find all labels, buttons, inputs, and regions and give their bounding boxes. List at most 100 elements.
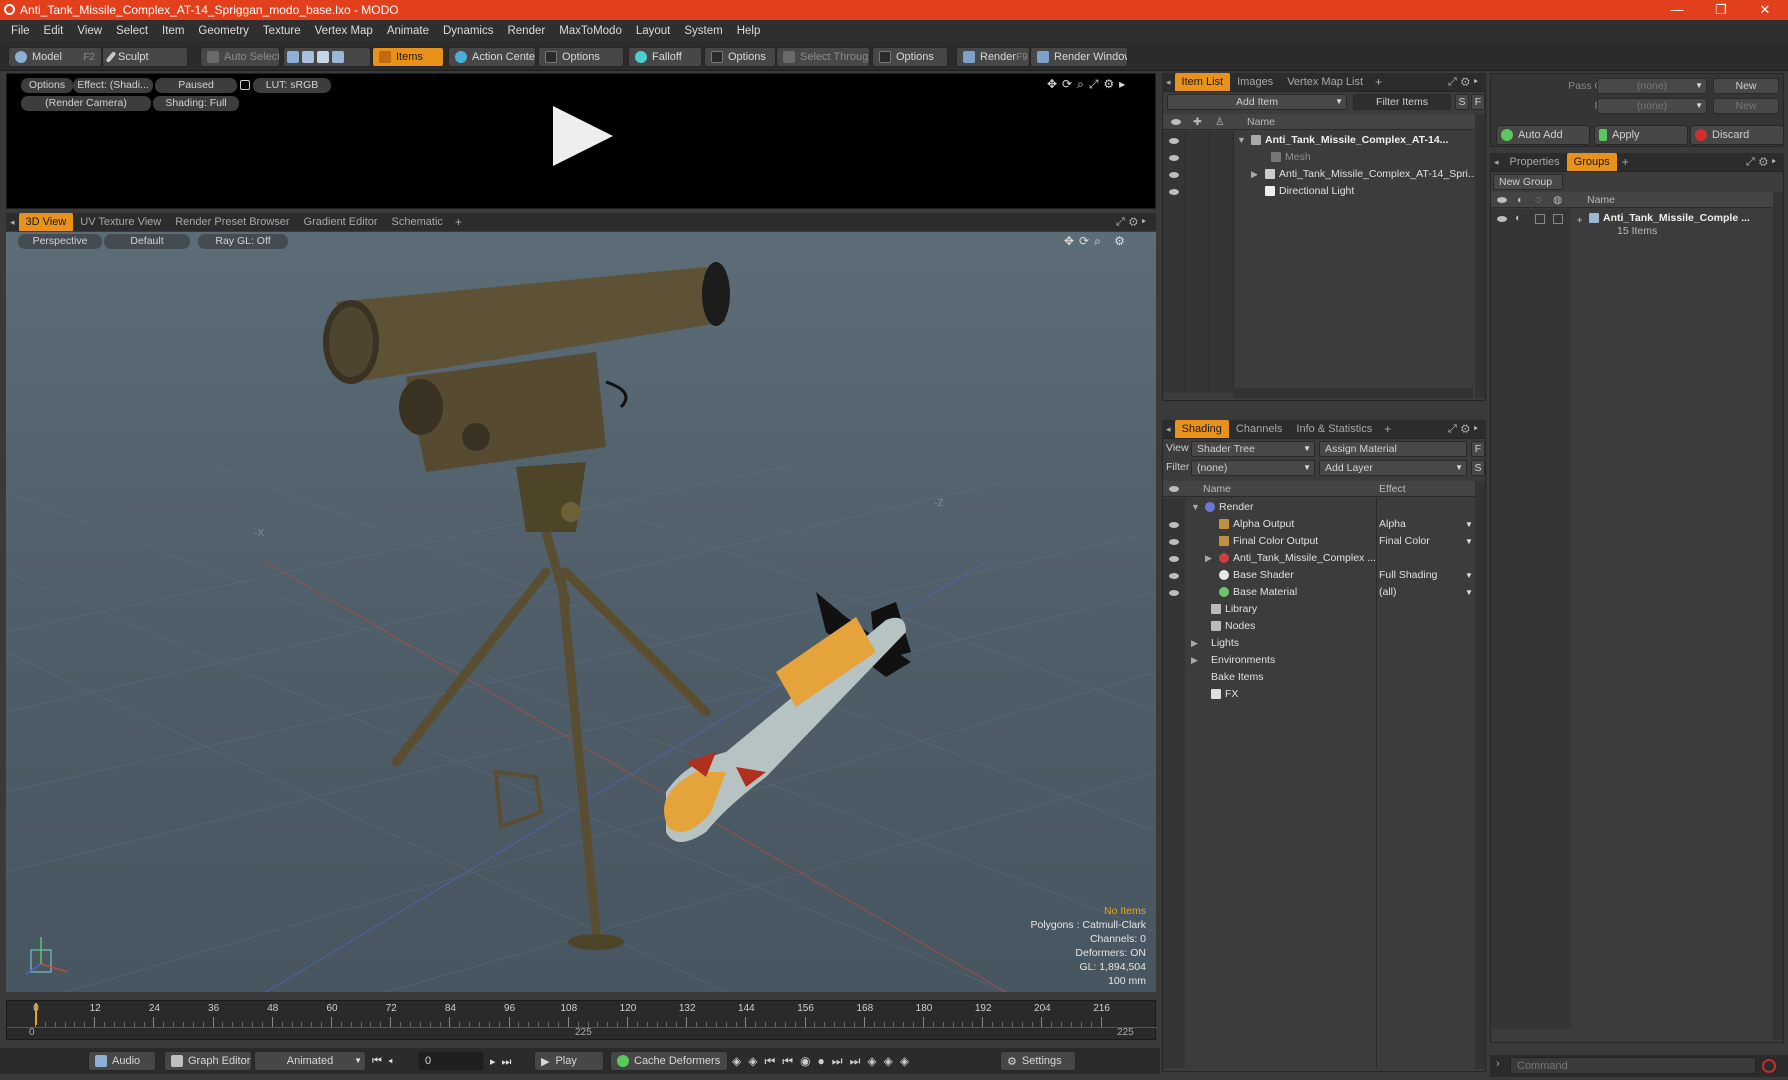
eye-icon[interactable] <box>1169 573 1179 579</box>
menu-help[interactable]: Help <box>730 25 768 37</box>
new-pass-group-button[interactable]: New <box>1713 78 1779 94</box>
render-window-button[interactable]: Render Window <box>1030 47 1128 67</box>
shader-row-base-material[interactable]: Base Material (all) ▼ <box>1163 584 1475 601</box>
item-row-light[interactable]: Directional Light <box>1163 183 1475 200</box>
eye-icon[interactable] <box>1169 172 1179 178</box>
tab-item-list[interactable]: Item List <box>1174 73 1231 91</box>
command-input[interactable] <box>1510 1057 1756 1074</box>
shader-row-lights[interactable]: ▶ Lights <box>1163 635 1475 652</box>
effect-final-color[interactable]: Final Color <box>1379 533 1430 550</box>
playhead[interactable] <box>35 1003 37 1025</box>
tab-properties[interactable]: Properties <box>1503 153 1567 171</box>
frame-input[interactable]: 0 <box>418 1051 484 1071</box>
tab-images[interactable]: Images <box>1230 73 1280 91</box>
eye-icon[interactable] <box>1169 189 1179 195</box>
add-tab-icon[interactable]: + <box>450 215 467 229</box>
effect-full-shading[interactable]: Full Shading <box>1379 567 1437 584</box>
3d-viewport[interactable]: Perspective Default Ray GL: Off ✥⟳⌕ ⚙ -X… <box>6 232 1156 992</box>
shader-row-fx[interactable]: FX <box>1163 686 1475 703</box>
pass-groups-dropdown[interactable]: (none) ▼ <box>1597 78 1707 94</box>
add-tab-icon[interactable]: + <box>1370 75 1387 89</box>
shader-row-bake-items[interactable]: Bake Items <box>1163 669 1475 686</box>
menu-view[interactable]: View <box>70 25 109 37</box>
shader-row-render[interactable]: ▼ Render <box>1163 499 1475 516</box>
lock-icon[interactable] <box>240 80 250 90</box>
render-camera-dropdown[interactable]: (Render Camera) <box>21 96 151 111</box>
falloff-options-button[interactable]: Options <box>704 47 776 67</box>
group-row[interactable]: ◐ + Anti_Tank_Missile_Comple ... 15 Item… <box>1491 210 1773 240</box>
new-pass-button[interactable]: New <box>1713 98 1779 114</box>
item-row-mesh[interactable]: Mesh <box>1163 149 1475 166</box>
vertices-mode-icon[interactable] <box>287 51 299 63</box>
expand-icon[interactable]: + <box>1577 212 1582 229</box>
shading-s-button[interactable]: S <box>1471 460 1485 476</box>
action-center-button[interactable]: Action Center <box>448 47 536 67</box>
render-button[interactable]: Render F9 <box>956 47 1030 67</box>
menu-dynamics[interactable]: Dynamics <box>436 25 500 37</box>
menu-system[interactable]: System <box>677 25 729 37</box>
effect-alpha[interactable]: Alpha <box>1379 516 1406 533</box>
tab-uv-texture-view[interactable]: UV Texture View <box>73 213 168 231</box>
eye-icon[interactable] <box>1169 590 1179 596</box>
collapse-icon[interactable]: ▶ <box>1251 166 1258 183</box>
preview-effect-dropdown[interactable]: Effect: (Shadi... <box>73 78 153 93</box>
lock-toggle-icon[interactable] <box>1535 214 1545 224</box>
edges-mode-icon[interactable] <box>302 51 314 63</box>
raygl-dropdown[interactable]: Ray GL: Off <box>198 234 288 249</box>
select-toggle-icon[interactable] <box>1553 214 1563 224</box>
menu-item[interactable]: Item <box>155 25 191 37</box>
viewport-tab-controls[interactable]: ⤢⚙▸ <box>1116 216 1156 229</box>
expand-icon[interactable]: ▼ <box>1191 499 1200 516</box>
play-icon[interactable] <box>553 106 613 166</box>
chevron-down-icon[interactable]: ▼ <box>1465 584 1473 601</box>
menu-vertex-map[interactable]: Vertex Map <box>308 25 380 37</box>
tab-info-statistics[interactable]: Info & Statistics <box>1289 420 1379 438</box>
tab-schematic[interactable]: Schematic <box>385 213 450 231</box>
collapse-icon[interactable]: ▶ <box>1191 652 1198 669</box>
tab-render-preset-browser[interactable]: Render Preset Browser <box>168 213 296 231</box>
auto-select-button[interactable]: Auto Select <box>200 47 280 67</box>
add-layer-dropdown[interactable]: Add Layer ▼ <box>1319 460 1467 476</box>
discard-button[interactable]: Discard <box>1690 125 1784 145</box>
add-tab-icon[interactable]: + <box>1379 422 1396 436</box>
preview-paused-button[interactable]: Paused <box>155 78 237 93</box>
viewport-nav-controls[interactable]: ✥⟳⌕ ⚙ <box>1064 234 1130 249</box>
maximize-button[interactable]: ❐ <box>1698 0 1744 20</box>
command-history-icon[interactable] <box>1762 1059 1776 1073</box>
shader-row-material-group[interactable]: ▶ Anti_Tank_Missile_Complex ... <box>1163 550 1475 567</box>
menu-animate[interactable]: Animate <box>380 25 436 37</box>
eye-icon[interactable] <box>1169 155 1179 161</box>
filter-items-input[interactable]: Filter Items <box>1353 94 1451 110</box>
action-center-options-button[interactable]: Options <box>538 47 624 67</box>
apply-button[interactable]: Apply <box>1594 125 1688 145</box>
shader-row-library[interactable]: Library <box>1163 601 1475 618</box>
materials-mode-icon[interactable] <box>332 51 344 63</box>
render-toggle-icon[interactable]: ◐ <box>1515 210 1521 227</box>
shading-tab-controls[interactable]: ⤢⚙▸ <box>1448 423 1486 436</box>
filter-f-button[interactable]: F <box>1471 94 1485 110</box>
eye-icon[interactable] <box>1497 216 1507 222</box>
shader-row-nodes[interactable]: Nodes <box>1163 618 1475 635</box>
assign-material-button[interactable]: Assign Material <box>1319 441 1467 457</box>
sculpt-mode-button[interactable]: Sculpt <box>102 47 188 67</box>
item-list-tab-controls[interactable]: ⤢⚙▸ <box>1448 76 1486 89</box>
passes-dropdown[interactable]: (none) ▼ <box>1597 98 1707 114</box>
animated-dropdown[interactable]: Animated ▼ <box>254 1051 366 1071</box>
lut-dropdown[interactable]: LUT: sRGB <box>253 78 331 93</box>
preview-view-controls[interactable]: ✥⟳⌕⤢⚙▸ <box>1047 77 1130 92</box>
tab-vertex-map-list[interactable]: Vertex Map List <box>1280 73 1370 91</box>
shading-f-button[interactable]: F <box>1471 441 1485 457</box>
select-through-options-button[interactable]: Options <box>872 47 948 67</box>
eye-icon[interactable] <box>1169 539 1179 545</box>
new-group-button[interactable]: New Group <box>1493 174 1563 190</box>
filter-dropdown[interactable]: (none) ▼ <box>1191 460 1315 476</box>
render-preview[interactable]: Options Effect: (Shadi... Paused LUT: sR… <box>6 73 1156 209</box>
item-row-group[interactable]: ▶ Anti_Tank_Missile_Complex_AT-14_Spri..… <box>1163 166 1475 183</box>
tab-channels[interactable]: Channels <box>1229 420 1289 438</box>
shader-row-final-color-output[interactable]: Final Color Output Final Color ▼ <box>1163 533 1475 550</box>
auto-add-button[interactable]: Auto Add <box>1496 125 1590 145</box>
tab-shading[interactable]: Shading <box>1174 420 1229 438</box>
chevron-down-icon[interactable]: ▼ <box>1465 516 1473 533</box>
menu-select[interactable]: Select <box>109 25 155 37</box>
tab-gradient-editor[interactable]: Gradient Editor <box>297 213 385 231</box>
